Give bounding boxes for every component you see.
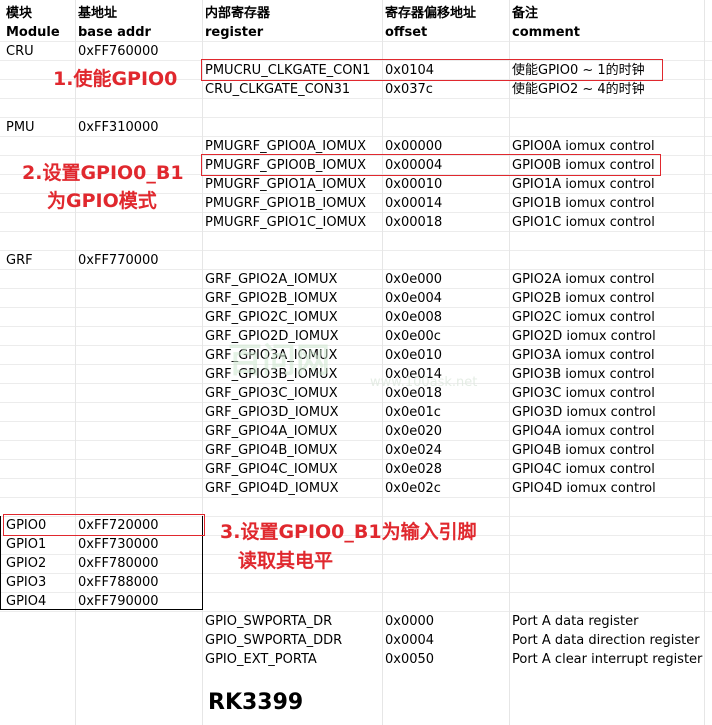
table-row-offset: 0x0e028 bbox=[385, 462, 443, 477]
header-base-en: base addr bbox=[78, 25, 151, 40]
grid-line bbox=[509, 0, 510, 725]
table-row-offset: 0x0e00c bbox=[385, 329, 441, 344]
table-row-register: GRF_GPIO2A_IOMUX bbox=[205, 272, 338, 287]
table-row-offset: 0x0e004 bbox=[385, 291, 443, 306]
table-row-comment: Port A clear interrupt register bbox=[512, 652, 703, 667]
table-row-comment: GPIO2D iomux control bbox=[512, 329, 656, 344]
annotation-step3-line2: 读取其电平 bbox=[238, 550, 334, 572]
table-row-register: GRF_GPIO3C_IOMUX bbox=[205, 386, 338, 401]
header-comment-cn: 备注 bbox=[512, 6, 539, 21]
table-row-offset: 0x0e01c bbox=[385, 405, 441, 420]
highlight-clkgate-row bbox=[201, 59, 663, 81]
header-offset-cn: 寄存器偏移地址 bbox=[385, 6, 477, 21]
table-row-offset: 0x0e020 bbox=[385, 424, 443, 439]
base-pmu: 0xFF310000 bbox=[78, 120, 159, 135]
table-row-register: GPIO_SWPORTA_DDR bbox=[205, 633, 343, 648]
watermark-text: 百问网 bbox=[228, 341, 330, 381]
table-row-offset: 0x0e010 bbox=[385, 348, 443, 363]
table-row-register: PMUGRF_GPIO1B_IOMUX bbox=[205, 196, 367, 211]
table-row-comment: GPIO3B iomux control bbox=[512, 367, 655, 382]
table-row-offset: 0x00010 bbox=[385, 177, 443, 192]
table-row-register: PMUGRF_GPIO1A_IOMUX bbox=[205, 177, 367, 192]
table-row-comment: GPIO4C iomux control bbox=[512, 462, 655, 477]
table-row-comment: GPIO4D iomux control bbox=[512, 481, 656, 496]
header-offset-en: offset bbox=[385, 25, 428, 40]
grid-line bbox=[382, 0, 383, 725]
header-base-cn: 基地址 bbox=[78, 6, 118, 21]
grid-line bbox=[75, 0, 76, 725]
module-pmu: PMU bbox=[6, 120, 35, 135]
table-row-register: GRF_GPIO4B_IOMUX bbox=[205, 443, 338, 458]
table-row-register: GRF_GPIO2C_IOMUX bbox=[205, 310, 338, 325]
header-register-en: register bbox=[205, 25, 264, 40]
table-row-comment: GPIO3C iomux control bbox=[512, 386, 655, 401]
table-row-comment: Port A data register bbox=[512, 614, 639, 629]
highlight-gpio0b-row bbox=[201, 154, 661, 176]
highlight-gpio0-row bbox=[3, 514, 205, 536]
base-grf: 0xFF770000 bbox=[78, 253, 159, 268]
table-row-register: GPIO_EXT_PORTA bbox=[205, 652, 317, 667]
table-row-comment: GPIO3A iomux control bbox=[512, 348, 655, 363]
header-comment-en: comment bbox=[512, 25, 581, 40]
table-row-offset: 0x0e024 bbox=[385, 443, 443, 458]
table-row-offset: 0x0004 bbox=[385, 633, 435, 648]
base-cru: 0xFF760000 bbox=[78, 44, 159, 59]
chip-title: RK3399 bbox=[208, 690, 304, 715]
table-row-comment: Port A data direction register bbox=[512, 633, 700, 648]
table-row-comment: 使能GPIO2 ~ 4的时钟 bbox=[512, 82, 645, 97]
grid-line bbox=[202, 0, 203, 725]
table-row-offset: 0x037c bbox=[385, 82, 433, 97]
spreadsheet: 模块 Module 基地址 base addr 内部寄存器 register 寄… bbox=[0, 0, 712, 725]
table-row-comment: GPIO1B iomux control bbox=[512, 196, 655, 211]
table-row-offset: 0x0000 bbox=[385, 614, 435, 629]
table-row-offset: 0x00014 bbox=[385, 196, 443, 211]
table-row-register: GRF_GPIO4C_IOMUX bbox=[205, 462, 338, 477]
table-row-offset: 0x0e000 bbox=[385, 272, 443, 287]
header-register-cn: 内部寄存器 bbox=[205, 6, 271, 21]
table-row-register: GPIO_SWPORTA_DR bbox=[205, 614, 333, 629]
table-row-comment: GPIO1A iomux control bbox=[512, 177, 655, 192]
table-row-comment: GPIO2C iomux control bbox=[512, 310, 655, 325]
header-module-cn: 模块 bbox=[6, 6, 33, 21]
table-row-offset: 0x0050 bbox=[385, 652, 435, 667]
table-row-offset: 0x0e008 bbox=[385, 310, 443, 325]
grid-line bbox=[704, 0, 705, 725]
table-row-offset: 0x00018 bbox=[385, 215, 443, 230]
header-module-en: Module bbox=[6, 25, 60, 40]
watermark-url: www.100ask.net bbox=[370, 375, 478, 390]
table-row-register: PMUGRF_GPIO1C_IOMUX bbox=[205, 215, 367, 230]
table-row-offset: 0x0e02c bbox=[385, 481, 441, 496]
module-grf: GRF bbox=[6, 253, 33, 268]
table-row-comment: GPIO2A iomux control bbox=[512, 272, 655, 287]
table-row-register: GRF_GPIO3D_IOMUX bbox=[205, 405, 339, 420]
table-row-register: GRF_GPIO4A_IOMUX bbox=[205, 424, 338, 439]
annotation-step1: 1.使能GPIO0 bbox=[53, 68, 178, 90]
table-row-comment: GPIO4B iomux control bbox=[512, 443, 655, 458]
table-row-comment: GPIO3D iomux control bbox=[512, 405, 656, 420]
module-cru: CRU bbox=[6, 44, 34, 59]
table-row-register: CRU_CLKGATE_CON31 bbox=[205, 82, 351, 97]
table-row-register: GRF_GPIO2B_IOMUX bbox=[205, 291, 338, 306]
table-row-comment: GPIO1C iomux control bbox=[512, 215, 655, 230]
table-row-comment: GPIO4A iomux control bbox=[512, 424, 655, 439]
annotation-step3-line1: 3.设置GPIO0_B1为输入引脚 bbox=[220, 521, 477, 543]
table-row-comment: GPIO2B iomux control bbox=[512, 291, 655, 306]
annotation-step2-line2: 为GPIO模式 bbox=[47, 190, 157, 212]
annotation-step2-line1: 2.设置GPIO0_B1 bbox=[22, 162, 184, 184]
table-row-register: GRF_GPIO4D_IOMUX bbox=[205, 481, 339, 496]
